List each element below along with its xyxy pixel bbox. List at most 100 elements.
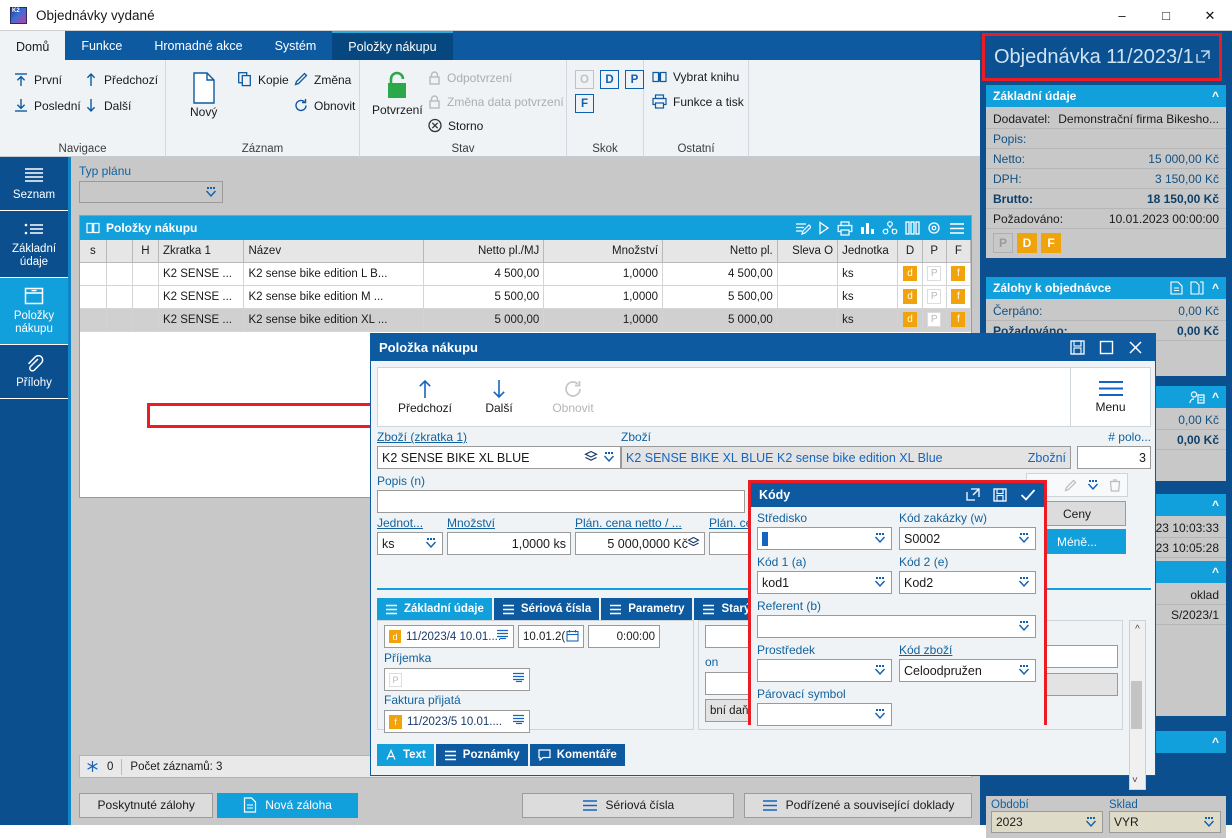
tab-funkce[interactable]: Funkce — [65, 31, 138, 60]
col-f[interactable]: F — [946, 240, 972, 263]
input-popis[interactable] — [377, 490, 745, 513]
col-h[interactable]: H — [132, 240, 159, 263]
chevron-down-icon[interactable] — [873, 663, 887, 677]
chevron-down-icon[interactable] — [424, 536, 438, 550]
tab-system[interactable]: Systém — [259, 31, 333, 60]
filter-edit-icon[interactable] — [795, 221, 811, 236]
minimize-button[interactable]: – — [1100, 0, 1144, 31]
input-parovaci-symbol[interactable] — [757, 703, 892, 726]
maximize-icon[interactable] — [1099, 340, 1114, 355]
skok-button-f[interactable]: F — [575, 94, 594, 113]
tab-parametry[interactable]: Parametry — [601, 598, 693, 620]
close-icon[interactable] — [1128, 340, 1143, 355]
scroll-down-arrow[interactable]: ˅ — [1132, 773, 1138, 787]
input-kod-zakazky[interactable]: S0002 — [899, 527, 1036, 550]
status-badge-f[interactable]: F — [1041, 233, 1061, 253]
input-prijemka[interactable]: P — [384, 668, 530, 691]
chevron-down-icon[interactable] — [204, 185, 218, 199]
plan-type-select[interactable] — [79, 181, 223, 203]
chart-icon[interactable] — [860, 221, 875, 235]
input-kod-1[interactable]: kod1 — [757, 571, 892, 594]
table-row[interactable]: K2 SENSE ... K2 sense bike edition M ...… — [80, 285, 972, 309]
open-external-icon[interactable] — [966, 488, 980, 502]
stack-icon[interactable] — [584, 450, 598, 464]
tree-icon[interactable] — [882, 221, 898, 235]
sidebar-item-zakladni-udaje[interactable]: Základní údaje — [0, 211, 68, 278]
chevron-down-icon[interactable] — [873, 707, 887, 721]
input-pocet-polozek[interactable]: 3 — [1077, 446, 1151, 469]
chevron-down-icon[interactable] — [1017, 531, 1031, 545]
check-icon[interactable] — [1020, 488, 1036, 502]
sidebar-item-seznam[interactable]: Seznam — [0, 157, 68, 211]
dialog-scrollbar[interactable]: ^ ˅ — [1129, 620, 1146, 790]
chevron-up-icon[interactable]: ^ — [1212, 390, 1219, 404]
pencil-icon[interactable] — [1064, 479, 1077, 492]
scroll-up-arrow[interactable]: ^ — [1130, 622, 1145, 636]
col-blank[interactable] — [106, 240, 133, 263]
podrizene-doklady-button[interactable]: Podřízené a související doklady — [744, 792, 972, 818]
tab-seriova-cisla[interactable]: Sériová čísla — [493, 598, 600, 620]
trash-icon[interactable] — [1109, 478, 1121, 492]
menu-icon[interactable] — [512, 672, 525, 683]
person-card-icon[interactable] — [1189, 390, 1205, 404]
status-badge-p[interactable]: P — [993, 233, 1013, 253]
chevron-down-icon[interactable] — [873, 531, 887, 545]
ribbon-prev-button[interactable]: Předchozí — [84, 72, 158, 87]
col-netto[interactable]: Netto pl. — [662, 240, 778, 263]
skok-button-p[interactable]: P — [625, 70, 644, 89]
col-p[interactable]: P — [922, 240, 947, 263]
chevron-up-icon[interactable]: ^ — [1212, 498, 1219, 512]
status-badge-d[interactable]: D — [1017, 233, 1037, 253]
chevron-up-icon[interactable]: ^ — [1212, 281, 1219, 295]
save-icon[interactable] — [993, 488, 1007, 502]
col-jednotka[interactable]: Jednotka — [837, 240, 899, 263]
period-select[interactable]: 2023 — [991, 811, 1103, 833]
input-referent[interactable] — [757, 615, 1036, 638]
input-plan-cena-netto[interactable]: 5 000,0000 Kč — [575, 532, 705, 555]
chevron-up-icon[interactable]: ^ — [1212, 565, 1219, 579]
input-mnozstvi[interactable]: 1,0000 ks — [447, 532, 571, 555]
ribbon-print-button[interactable]: Funkce a tisk — [652, 94, 744, 109]
chevron-down-icon[interactable] — [1017, 663, 1031, 677]
warehouse-select[interactable]: VYR — [1109, 811, 1221, 833]
input-doklad[interactable]: d 11/2023/4 10.01.... — [384, 625, 514, 648]
maximize-button[interactable]: □ — [1144, 0, 1188, 31]
skok-button-o[interactable]: O — [575, 70, 594, 89]
menu-icon[interactable] — [512, 714, 525, 725]
col-zkratka[interactable]: Zkratka 1 — [158, 240, 245, 263]
scroll-thumb[interactable] — [1131, 681, 1142, 729]
play-icon[interactable] — [818, 221, 830, 235]
skok-button-d[interactable]: D — [600, 70, 619, 89]
nova-zaloha-button[interactable]: Nová záloha — [217, 792, 358, 818]
input-jednotka[interactable]: ks — [377, 532, 443, 555]
ribbon-last-button[interactable]: Poslední — [14, 98, 81, 113]
chevron-down-icon[interactable] — [873, 575, 887, 589]
ribbon-storno-button[interactable]: Storno — [428, 118, 483, 133]
chevron-up-icon[interactable]: ^ — [1212, 89, 1219, 103]
col-nazev[interactable]: Název — [243, 240, 424, 263]
ribbon-confirm-button[interactable]: Potvrzení — [372, 70, 423, 117]
col-sleva[interactable]: Sleva O — [777, 240, 839, 263]
col-d[interactable]: D — [897, 240, 923, 263]
sidebar-item-prilohy[interactable]: Přílohy — [0, 345, 68, 399]
chevron-down-icon[interactable] — [1084, 815, 1098, 829]
menu-icon[interactable] — [496, 629, 509, 640]
input-date[interactable]: 10.01.2( — [518, 625, 584, 648]
chevron-up-icon[interactable]: ^ — [1212, 735, 1219, 749]
close-button[interactable]: ✕ — [1188, 0, 1232, 31]
tab-poznamky[interactable]: Poznámky — [435, 744, 528, 766]
section-header-zalohy[interactable]: Zálohy k objednávce ^ — [986, 277, 1226, 299]
poskytnute-zalohy-button[interactable]: Poskytnuté zálohy — [79, 792, 214, 818]
chevron-down-icon[interactable] — [1017, 575, 1031, 589]
table-row[interactable]: K2 SENSE ... K2 sense bike edition XL ..… — [80, 308, 972, 332]
tab-zakladni-udaje[interactable]: Základní údaje — [377, 598, 492, 620]
menu-icon[interactable] — [949, 222, 965, 235]
ribbon-copy-button[interactable]: Kopie — [238, 72, 289, 87]
ribbon-first-button[interactable]: První — [14, 72, 62, 87]
calendar-icon[interactable] — [566, 629, 579, 642]
chevron-down-icon[interactable] — [602, 450, 616, 464]
tab-text[interactable]: Text — [377, 744, 434, 766]
table-row[interactable]: K2 SENSE ... K2 sense bike edition L B..… — [80, 262, 972, 286]
ribbon-next-button[interactable]: Další — [84, 98, 131, 113]
input-prostredek[interactable] — [757, 659, 892, 682]
